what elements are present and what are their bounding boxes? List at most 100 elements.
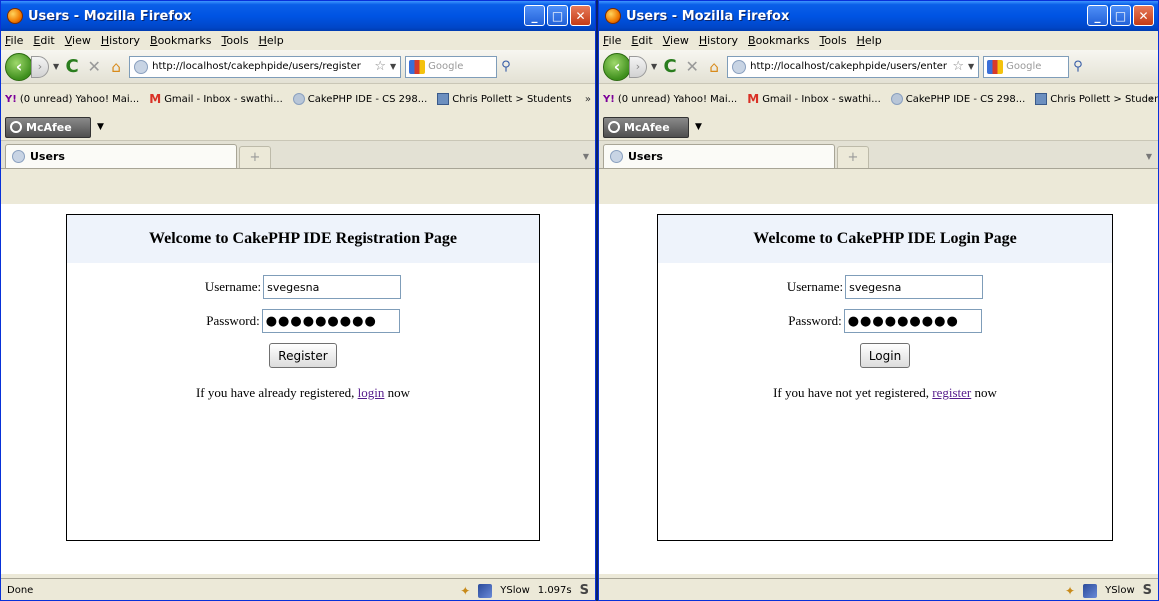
forward-icon: › bbox=[635, 60, 641, 73]
login-link[interactable]: login bbox=[358, 385, 385, 400]
search-icon[interactable]: ⚲ bbox=[1073, 59, 1083, 74]
new-tab-button[interactable]: + bbox=[239, 146, 271, 168]
tab-list-dropdown-icon[interactable]: ▼ bbox=[579, 146, 593, 166]
minimize-button[interactable]: _ bbox=[1087, 5, 1108, 26]
bookmark-star-icon[interactable]: ☆ bbox=[952, 59, 964, 74]
tab-users[interactable]: Users bbox=[5, 144, 237, 168]
reload-icon[interactable]: C bbox=[661, 56, 679, 77]
forward-button[interactable]: › bbox=[629, 55, 647, 78]
menu-file[interactable]: File bbox=[5, 34, 23, 47]
yslow-icon[interactable] bbox=[478, 583, 493, 598]
search-box[interactable]: Google bbox=[983, 55, 1070, 78]
bookmarks-overflow-button[interactable]: » bbox=[1148, 94, 1154, 105]
reload-icon[interactable]: C bbox=[63, 56, 81, 77]
url-bar[interactable]: http://localhost/cakephpide/users/enter … bbox=[727, 55, 980, 78]
search-box[interactable]: Google bbox=[405, 55, 498, 78]
new-tab-button[interactable]: + bbox=[837, 146, 869, 168]
search-engine-icon[interactable] bbox=[409, 59, 426, 74]
home-icon[interactable]: ⌂ bbox=[107, 58, 125, 76]
search-placeholder: Google bbox=[428, 61, 464, 72]
password-input[interactable]: ●●●●●●●●● bbox=[261, 309, 400, 333]
plus-icon: + bbox=[249, 150, 261, 165]
bookmark-label: Gmail - Inbox - swathi... bbox=[762, 93, 881, 105]
page-content: Welcome to CakePHP IDE Registration Page… bbox=[1, 204, 595, 574]
maximize-button[interactable]: □ bbox=[547, 5, 568, 26]
page-heading: Welcome to CakePHP IDE Registration Page bbox=[67, 215, 539, 263]
history-dropdown-icon[interactable]: ▼ bbox=[651, 62, 657, 71]
menu-help[interactable]: Help bbox=[259, 34, 284, 47]
url-bar[interactable]: http://localhost/cakephpide/users/regist… bbox=[129, 55, 402, 78]
stop-icon[interactable]: ✕ bbox=[85, 57, 103, 76]
register-button[interactable]: Register bbox=[269, 343, 337, 368]
password-input[interactable]: ●●●●●●●●● bbox=[843, 309, 982, 333]
mcafee-dropdown-icon[interactable]: ▼ bbox=[97, 122, 104, 132]
s-icon[interactable]: S bbox=[580, 583, 589, 598]
menu-edit[interactable]: Edit bbox=[631, 34, 652, 47]
load-time: 1.097s bbox=[537, 585, 572, 596]
puzzle-icon[interactable]: ✦ bbox=[1065, 584, 1075, 598]
bookmarks-overflow-button[interactable]: » bbox=[585, 94, 591, 105]
url-text: http://localhost/cakephpide/users/enter bbox=[750, 61, 948, 72]
page-content: Welcome to CakePHP IDE Login Page Userna… bbox=[599, 204, 1158, 574]
bookmark-cakephp[interactable]: CakePHP IDE - CS 298... bbox=[292, 93, 427, 105]
bookmark-gmail[interactable]: M Gmail - Inbox - swathi... bbox=[747, 92, 881, 106]
back-button[interactable]: ‹ bbox=[5, 52, 33, 81]
menu-file[interactable]: File bbox=[603, 34, 621, 47]
menu-help[interactable]: Help bbox=[857, 34, 882, 47]
tab-strip: Users + ▼ bbox=[1, 141, 595, 169]
maximize-button[interactable]: □ bbox=[1110, 5, 1131, 26]
mcafee-button[interactable]: McAfee bbox=[603, 116, 689, 138]
bookmark-yahoo[interactable]: Y! (0 unread) Yahoo! Mai... bbox=[603, 94, 737, 105]
bookmark-yahoo[interactable]: Y! (0 unread) Yahoo! Mai... bbox=[5, 94, 139, 105]
menu-view[interactable]: View bbox=[65, 34, 91, 47]
bookmark-label: Gmail - Inbox - swathi... bbox=[164, 93, 283, 105]
mcafee-label: McAfee bbox=[26, 120, 72, 134]
menu-history[interactable]: History bbox=[101, 34, 140, 47]
tab-users[interactable]: Users bbox=[603, 144, 835, 168]
menu-tools[interactable]: Tools bbox=[819, 34, 846, 47]
bookmark-pollett[interactable]: Chris Pollett > Students bbox=[1035, 93, 1158, 105]
status-bar: ✦ YSlow S bbox=[599, 578, 1158, 600]
close-button[interactable]: ✕ bbox=[1133, 5, 1154, 26]
home-icon[interactable]: ⌂ bbox=[705, 58, 723, 76]
register-link[interactable]: register bbox=[932, 385, 971, 400]
username-input[interactable]: svegesna bbox=[263, 275, 402, 299]
stop-icon[interactable]: ✕ bbox=[683, 57, 701, 76]
menu-history[interactable]: History bbox=[699, 34, 738, 47]
mcafee-icon bbox=[10, 121, 22, 133]
menu-tools[interactable]: Tools bbox=[221, 34, 248, 47]
page-heading: Welcome to CakePHP IDE Login Page bbox=[658, 215, 1112, 263]
username-label: Username: bbox=[786, 279, 844, 294]
yslow-label[interactable]: YSlow bbox=[1105, 585, 1135, 596]
url-dropdown-icon[interactable]: ▼ bbox=[390, 62, 396, 71]
yslow-icon[interactable] bbox=[1083, 583, 1098, 598]
window-title: Users - Mozilla Firefox bbox=[626, 8, 790, 24]
search-icon[interactable]: ⚲ bbox=[501, 59, 511, 74]
mcafee-dropdown-icon[interactable]: ▼ bbox=[695, 122, 702, 132]
menu-bookmarks[interactable]: Bookmarks bbox=[748, 34, 809, 47]
puzzle-icon[interactable]: ✦ bbox=[460, 584, 470, 598]
bookmark-cakephp[interactable]: CakePHP IDE - CS 298... bbox=[890, 93, 1025, 105]
yslow-label[interactable]: YSlow bbox=[500, 585, 530, 596]
menu-edit[interactable]: Edit bbox=[33, 34, 54, 47]
tab-list-dropdown-icon[interactable]: ▼ bbox=[1142, 146, 1156, 166]
s-icon[interactable]: S bbox=[1143, 583, 1152, 598]
close-button[interactable]: ✕ bbox=[570, 5, 591, 26]
maximize-icon: □ bbox=[551, 8, 564, 23]
forward-button[interactable]: › bbox=[31, 55, 49, 78]
login-button[interactable]: Login bbox=[859, 343, 911, 368]
back-button[interactable]: ‹ bbox=[603, 52, 631, 81]
menu-bookmarks[interactable]: Bookmarks bbox=[150, 34, 211, 47]
menu-view[interactable]: View bbox=[663, 34, 689, 47]
mcafee-button[interactable]: McAfee bbox=[5, 116, 91, 138]
bookmark-gmail[interactable]: M Gmail - Inbox - swathi... bbox=[149, 92, 283, 106]
search-engine-icon[interactable] bbox=[987, 59, 1004, 74]
minimize-button[interactable]: _ bbox=[524, 5, 545, 26]
history-dropdown-icon[interactable]: ▼ bbox=[53, 62, 59, 71]
username-input[interactable]: svegesna bbox=[845, 275, 984, 299]
bookmark-pollett[interactable]: Chris Pollett > Students bbox=[437, 93, 572, 105]
bookmark-star-icon[interactable]: ☆ bbox=[374, 59, 386, 74]
login-prompt: If you have already registered, login no… bbox=[67, 385, 539, 401]
url-dropdown-icon[interactable]: ▼ bbox=[968, 62, 974, 71]
bookmarks-toolbar: Y! (0 unread) Yahoo! Mai... M Gmail - Inbo… bbox=[599, 84, 1158, 114]
